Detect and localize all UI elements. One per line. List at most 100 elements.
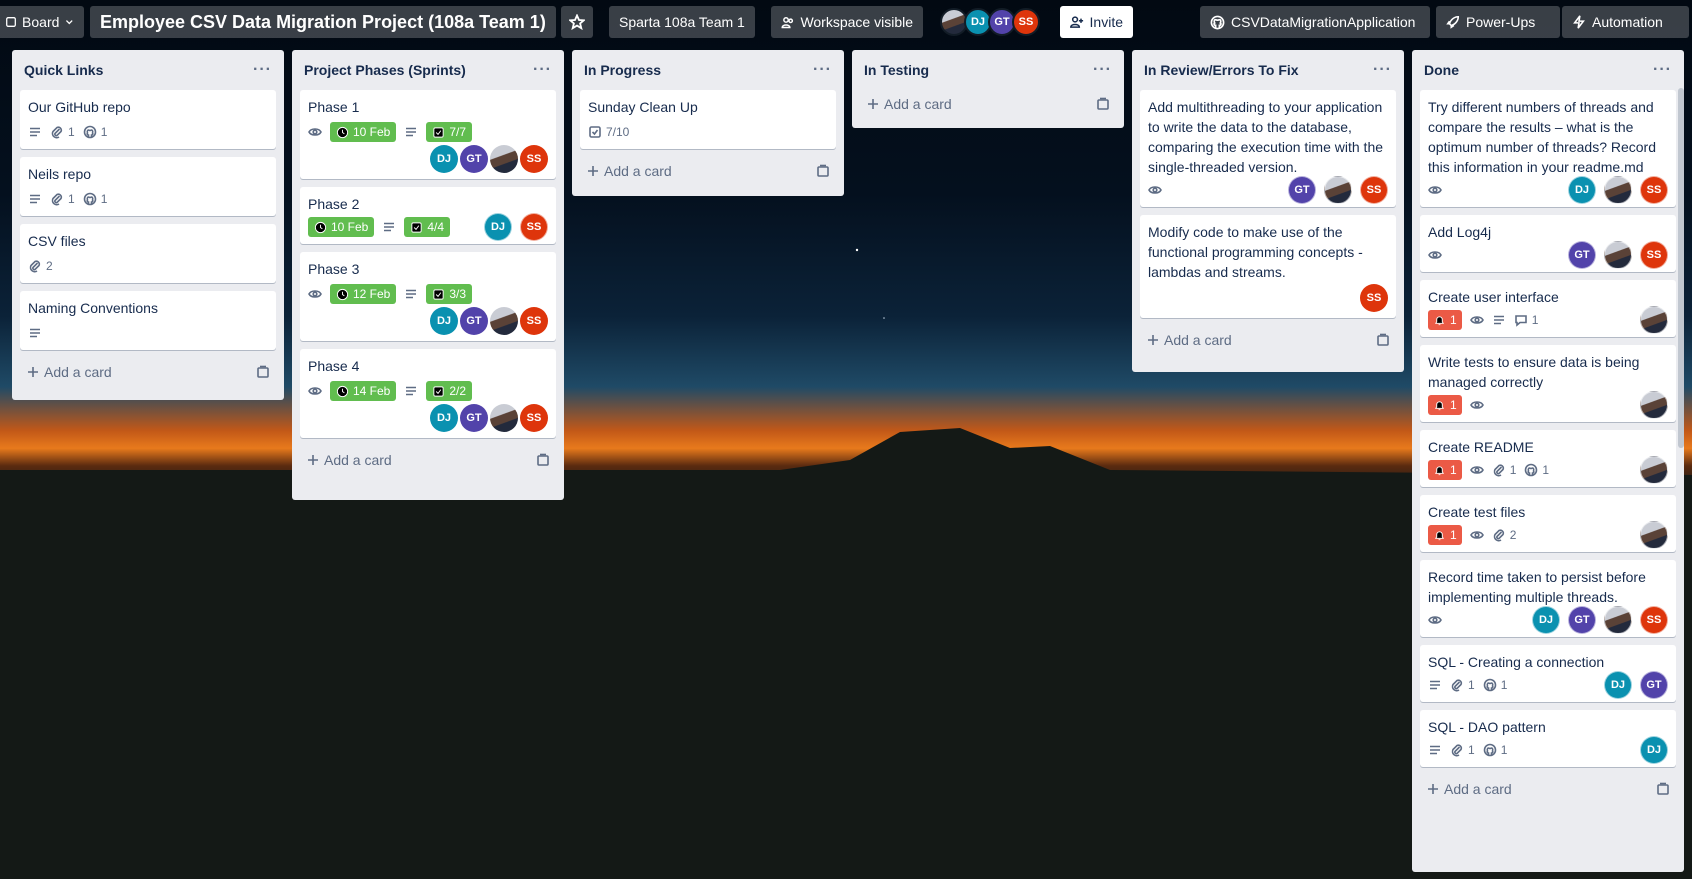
bell-icon [1434,315,1445,325]
board-title[interactable]: Employee CSV Data Migration Project (108… [90,6,556,38]
member-avatar-gt[interactable]: GT [460,307,488,335]
card-github-repo[interactable]: Our GitHub repo 1 1 [20,90,276,149]
github-button[interactable]: CSVDataMigrationApplication [1200,6,1430,38]
add-card-button[interactable]: Add a card [20,358,276,386]
checkbox-icon [433,385,444,397]
member-avatar-ss[interactable]: SS [1360,176,1388,204]
list-project-phases: Project Phases (Sprints) ··· Phase 1 10 F… [292,50,564,500]
member-avatar-photo[interactable] [490,307,518,335]
member-avatar-photo[interactable] [490,404,518,432]
card-create-test-files[interactable]: Create test files 1 2 [1420,495,1676,552]
list-menu-icon[interactable]: ··· [253,61,272,79]
workspace-button[interactable]: Sparta 108a Team 1 [609,6,755,38]
board-view-switcher[interactable]: Board [0,6,84,38]
list-menu-icon[interactable]: ··· [1653,61,1672,79]
member-avatar-dj[interactable]: DJ [1568,176,1596,204]
list-menu-icon[interactable]: ··· [1373,61,1392,79]
member-avatar-gt[interactable]: GT [1568,606,1596,634]
member-avatar-ss[interactable]: SS [520,145,548,173]
list-title[interactable]: In Review/Errors To Fix [1144,62,1299,78]
template-icon[interactable] [536,453,550,467]
member-avatar-gt[interactable]: GT [1288,176,1316,204]
member-avatar-gt[interactable]: GT [460,145,488,173]
list-menu-icon[interactable]: ··· [1093,61,1112,79]
due-date-badge[interactable]: 10 Feb [330,122,397,142]
add-card-button[interactable]: Add a card [1140,326,1396,354]
member-avatar-photo[interactable] [1604,241,1632,269]
add-card-button[interactable]: Add a card [1420,775,1676,803]
member-avatar-photo[interactable] [1640,391,1668,419]
add-card-button[interactable]: Add a card [860,90,1116,118]
card-neils-repo[interactable]: Neils repo 1 1 [20,157,276,216]
member-avatar-photo[interactable] [1604,176,1632,204]
member-avatar-dj[interactable]: DJ [1640,736,1668,764]
member-avatar-ss[interactable]: SS [1640,176,1668,204]
card-sql-dao-pattern[interactable]: SQL - DAO pattern 1 1 DJ [1420,710,1676,767]
checklist-count: 7/10 [606,125,630,139]
template-icon[interactable] [1096,97,1110,111]
card-add-log4j[interactable]: Add Log4j GT SS [1420,215,1676,272]
member-avatar-ss[interactable]: SS [1012,8,1040,36]
template-icon[interactable] [816,164,830,178]
template-icon[interactable] [1656,782,1670,796]
member-avatar-photo[interactable] [1640,521,1668,549]
member-avatar-ss[interactable]: SS [1640,606,1668,634]
card-phase-1[interactable]: Phase 1 10 Feb 7/7 DJ GT SS [300,90,556,179]
template-icon[interactable] [1376,333,1390,347]
member-avatar-ss[interactable]: SS [1640,241,1668,269]
member-avatar-gt[interactable]: GT [1640,671,1668,699]
member-avatar-dj[interactable]: DJ [1532,606,1560,634]
card-try-threads[interactable]: Try different numbers of threads and com… [1420,90,1676,207]
card-csv-files[interactable]: CSV files 2 [20,224,276,283]
member-avatar-photo[interactable] [1640,456,1668,484]
board-members[interactable]: DJ GT SS [940,8,1040,36]
member-avatar-photo[interactable] [1324,176,1352,204]
list-menu-icon[interactable]: ··· [533,61,552,79]
star-button[interactable] [561,6,593,38]
member-avatar-gt[interactable]: GT [460,404,488,432]
card-create-user-interface[interactable]: Create user interface 1 1 [1420,280,1676,337]
list-title[interactable]: In Progress [584,62,661,78]
list-title[interactable]: Project Phases (Sprints) [304,62,466,78]
member-avatar-photo[interactable] [1604,606,1632,634]
list-title[interactable]: Done [1424,62,1459,78]
due-date-badge[interactable]: 12 Feb [330,284,397,304]
visibility-button[interactable]: Workspace visible [771,6,923,38]
due-date-badge[interactable]: 10 Feb [308,217,375,237]
invite-button[interactable]: Invite [1060,6,1133,38]
card-sunday-clean-up[interactable]: Sunday Clean Up 7/10 [580,90,836,149]
card-add-multithreading[interactable]: Add multithreading to your application t… [1140,90,1396,207]
list-title[interactable]: Quick Links [24,62,103,78]
member-avatar-ss[interactable]: SS [520,307,548,335]
member-avatar-gt[interactable]: GT [1568,241,1596,269]
member-avatar-ss[interactable]: SS [520,404,548,432]
member-avatar-photo[interactable] [1640,306,1668,334]
member-avatar-ss[interactable]: SS [520,213,548,241]
add-card-button[interactable]: Add a card [300,446,556,474]
card-phase-4[interactable]: Phase 4 14 Feb 2/2 DJ GT SS [300,349,556,438]
member-avatar-dj[interactable]: DJ [430,404,458,432]
card-phase-3[interactable]: Phase 3 12 Feb 3/3 DJ GT SS [300,252,556,341]
member-avatar-dj[interactable]: DJ [430,307,458,335]
list-scrollbar[interactable] [1678,88,1684,448]
card-sql-creating-connection[interactable]: SQL - Creating a connection 1 1 DJ GT [1420,645,1676,702]
automation-button[interactable]: Automation [1562,6,1689,38]
card-functional-programming[interactable]: Modify code to make use of the functiona… [1140,215,1396,318]
add-card-button[interactable]: Add a card [580,157,836,185]
card-naming-conventions[interactable]: Naming Conventions [20,291,276,350]
card-write-tests[interactable]: Write tests to ensure data is being mana… [1420,345,1676,422]
list-title[interactable]: In Testing [864,62,929,78]
member-avatar-dj[interactable]: DJ [1604,671,1632,699]
card-create-readme[interactable]: Create README 1 1 1 [1420,430,1676,487]
due-date-badge[interactable]: 14 Feb [330,381,397,401]
member-avatar-dj[interactable]: DJ [430,145,458,173]
member-avatar-ss[interactable]: SS [1360,284,1388,312]
template-icon[interactable] [256,365,270,379]
description-icon [1492,313,1506,327]
card-record-time-taken[interactable]: Record time taken to persist before impl… [1420,560,1676,637]
list-menu-icon[interactable]: ··· [813,61,832,79]
member-avatar-dj[interactable]: DJ [484,213,512,241]
card-phase-2[interactable]: Phase 2 10 Feb 4/4 DJ SS [300,187,556,244]
member-avatar-photo[interactable] [490,145,518,173]
powerups-button[interactable]: Power-Ups [1436,6,1560,38]
